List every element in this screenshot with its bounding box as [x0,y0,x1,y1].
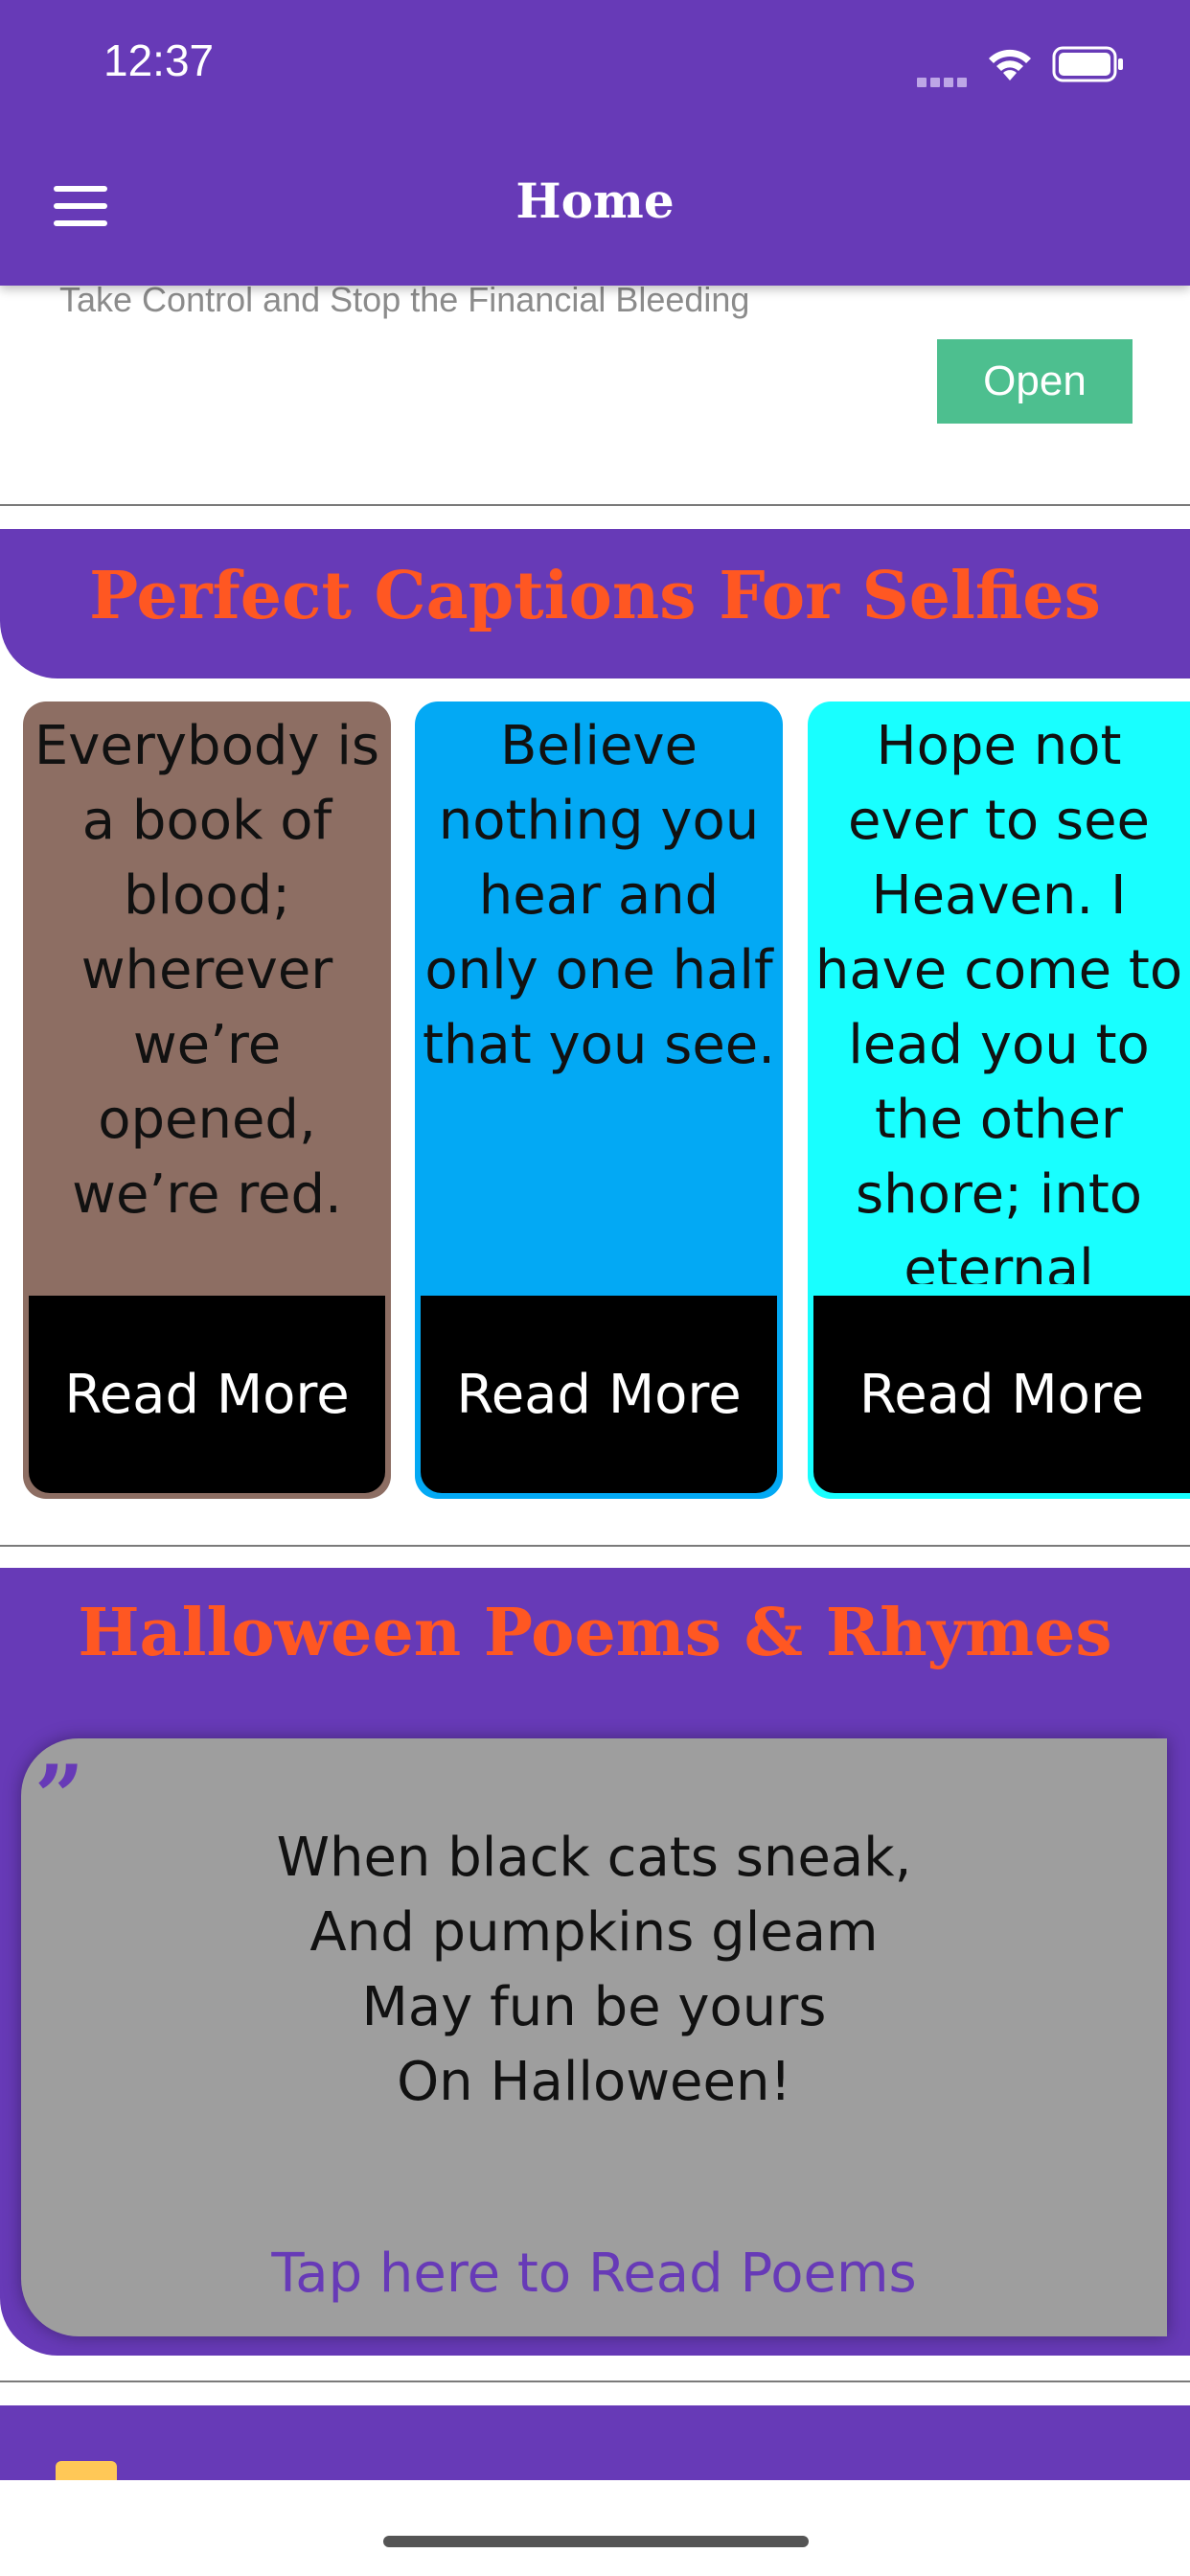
poem-line: On Halloween! [397,2051,791,2113]
caption-card[interactable]: Everybody is a book of blood; wherever w… [23,702,391,1499]
poem-text: When black cats sneak, And pumpkins glea… [21,1821,1167,2120]
page-title: Home [515,172,675,229]
read-poems-link[interactable]: Tap here to Read Poems [21,2242,1167,2305]
caption-card[interactable]: Hope not ever to see Heaven. I have come… [808,702,1190,1499]
divider [0,504,1190,506]
divider [0,2380,1190,2382]
poem-line: When black cats sneak, [276,1827,912,1889]
home-indicator[interactable] [383,2536,809,2547]
ad-text[interactable]: Take Control and Stop the Financial Blee… [59,280,749,320]
battery-icon [1052,46,1125,84]
section-icon [56,2461,117,2480]
status-time: 12:37 [103,35,215,85]
next-section-banner [0,2405,1190,2480]
captions-section-title: Perfect Captions For Selfies [89,558,1101,634]
read-more-button[interactable]: Read More [29,1296,385,1493]
divider [0,1545,1190,1547]
ad-open-button[interactable]: Open [937,339,1133,424]
bottom-safe-area [0,2480,1190,2576]
caption-card[interactable]: Believe nothing you hear and only one ha… [415,702,783,1499]
wifi-icon [985,42,1035,82]
poem-line: May fun be yours [361,1976,827,2038]
read-more-button[interactable]: Read More [813,1296,1190,1493]
quote-mark-icon: ” [34,1746,84,1848]
cellular-signal-icon [917,73,971,87]
read-more-button[interactable]: Read More [421,1296,777,1493]
poem-line: And pumpkins gleam [309,1901,879,1964]
caption-quote: Hope not ever to see Heaven. I have come… [814,715,1183,1284]
caption-quote: Everybody is a book of blood; wherever w… [34,715,380,1226]
poems-section-title: Halloween Poems & Rhymes [78,1595,1112,1671]
caption-quote: Believe nothing you hear and only one ha… [422,715,776,1076]
